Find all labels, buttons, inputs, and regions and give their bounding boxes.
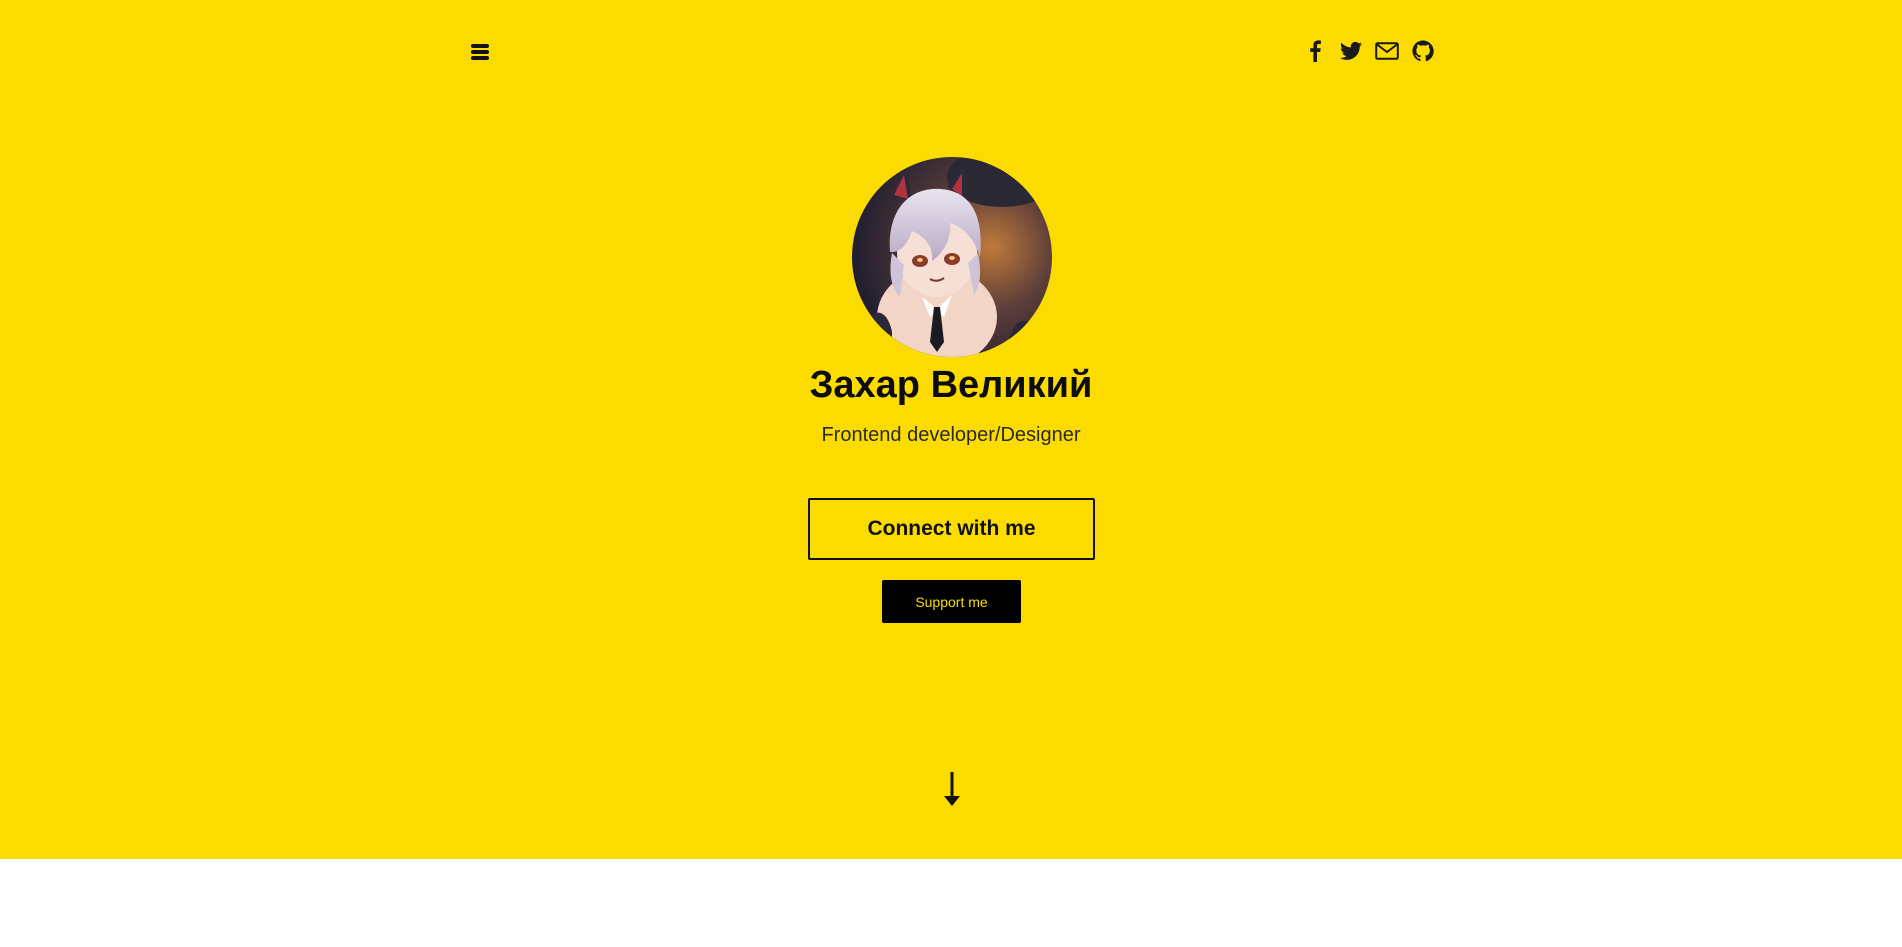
github-icon[interactable]	[1410, 38, 1436, 64]
social-links	[1302, 38, 1436, 64]
support-button[interactable]: Support me	[882, 580, 1021, 623]
avatar	[852, 157, 1052, 357]
connect-button[interactable]: Connect with me	[808, 498, 1095, 560]
profile-name: Захар Великий	[809, 364, 1093, 406]
twitter-icon[interactable]	[1338, 38, 1364, 64]
facebook-icon[interactable]	[1302, 38, 1328, 64]
profile-title: Frontend developer/Designer	[821, 424, 1081, 446]
hero-section: Захар Великий Frontend developer/Designe…	[0, 0, 1902, 859]
arrow-down-icon[interactable]	[941, 772, 963, 808]
hamburger-menu-icon[interactable]	[469, 41, 493, 63]
mail-icon[interactable]	[1374, 38, 1400, 64]
